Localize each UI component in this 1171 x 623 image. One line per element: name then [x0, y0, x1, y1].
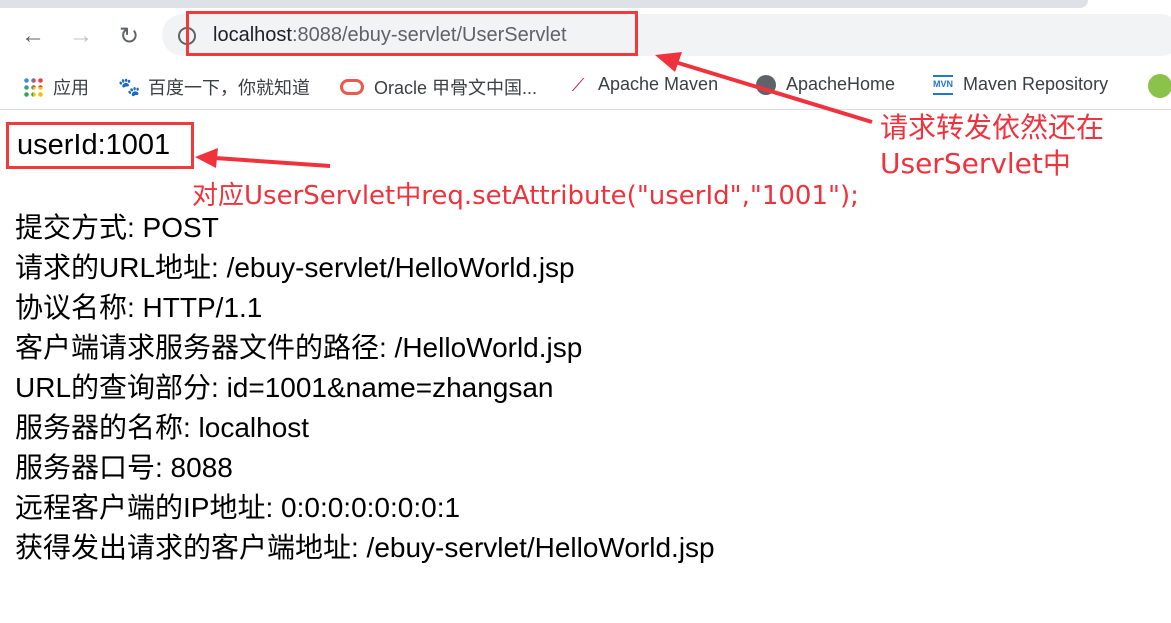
bookmark-apachehome[interactable]: ApacheHome: [756, 74, 895, 95]
code-icon: [1148, 74, 1171, 98]
bookmark-apache-maven[interactable]: ⟋ Apache Maven: [568, 74, 718, 95]
forward-arrow-icon[interactable]: →: [66, 22, 96, 50]
bookmark-extra[interactable]: [1148, 74, 1171, 98]
reload-icon[interactable]: ↻: [114, 22, 144, 51]
info-line-remote-ip: 远程客户端的IP地址: 0:0:0:0:0:0:0:1: [15, 492, 461, 523]
globe-icon: [756, 74, 776, 95]
info-line-server-name: 服务器的名称: localhost: [15, 412, 310, 443]
info-line-port: 服务器口号: 8088: [15, 452, 233, 483]
info-line-method: 提交方式: POST: [15, 212, 219, 243]
bookmark-maven-repository[interactable]: MVN Maven Repository: [933, 74, 1108, 95]
info-line-uri: 获得发出请求的客户端地址: /ebuy-servlet/HelloWorld.j…: [15, 532, 715, 563]
apps-grid-icon: [23, 77, 43, 97]
user-id-text: userId:1001: [6, 122, 194, 169]
apache-feather-icon: ⟋: [571, 74, 585, 95]
userid-annotation: 对应UserServlet中req.setAttribute("userId",…: [192, 181, 859, 211]
bookmark-apps[interactable]: 应用: [23, 74, 89, 100]
baidu-paw-icon: 🐾: [118, 77, 141, 97]
mvn-icon: MVN: [933, 74, 953, 95]
bookmark-baidu[interactable]: 🐾 百度一下，你就知道: [118, 74, 310, 100]
tab-strip: [0, 0, 1171, 8]
userid-arrow-line: [214, 156, 331, 168]
active-tab[interactable]: [0, 0, 1088, 8]
browser-toolbar: ← → ↻ i localhost:8088/ebuy-servlet/User…: [0, 8, 1171, 62]
info-line-path: 客户端请求服务器文件的路径: /HelloWorld.jsp: [15, 332, 583, 363]
bookmark-oracle[interactable]: Oracle 甲骨文中国...: [340, 74, 537, 100]
userid-arrow-head: [195, 148, 218, 168]
url-annotation: 请求转发依然还在 UserServlet中: [880, 111, 1105, 180]
oracle-icon: [340, 79, 364, 95]
url-highlight-box: [186, 11, 638, 56]
info-line-protocol: 协议名称: HTTP/1.1: [15, 292, 263, 323]
info-line-query: URL的查询部分: id=1001&name=zhangsan: [15, 372, 554, 403]
info-line-url: 请求的URL地址: /ebuy-servlet/HelloWorld.jsp: [15, 252, 575, 283]
bookmarks-bar: 应用 🐾 百度一下，你就知道 Oracle 甲骨文中国... ⟋ Apache Ma…: [0, 62, 1171, 110]
request-info: 提交方式: POST 请求的URL地址: /ebuy-servlet/Hello…: [15, 208, 715, 568]
back-arrow-icon[interactable]: ←: [18, 22, 48, 50]
